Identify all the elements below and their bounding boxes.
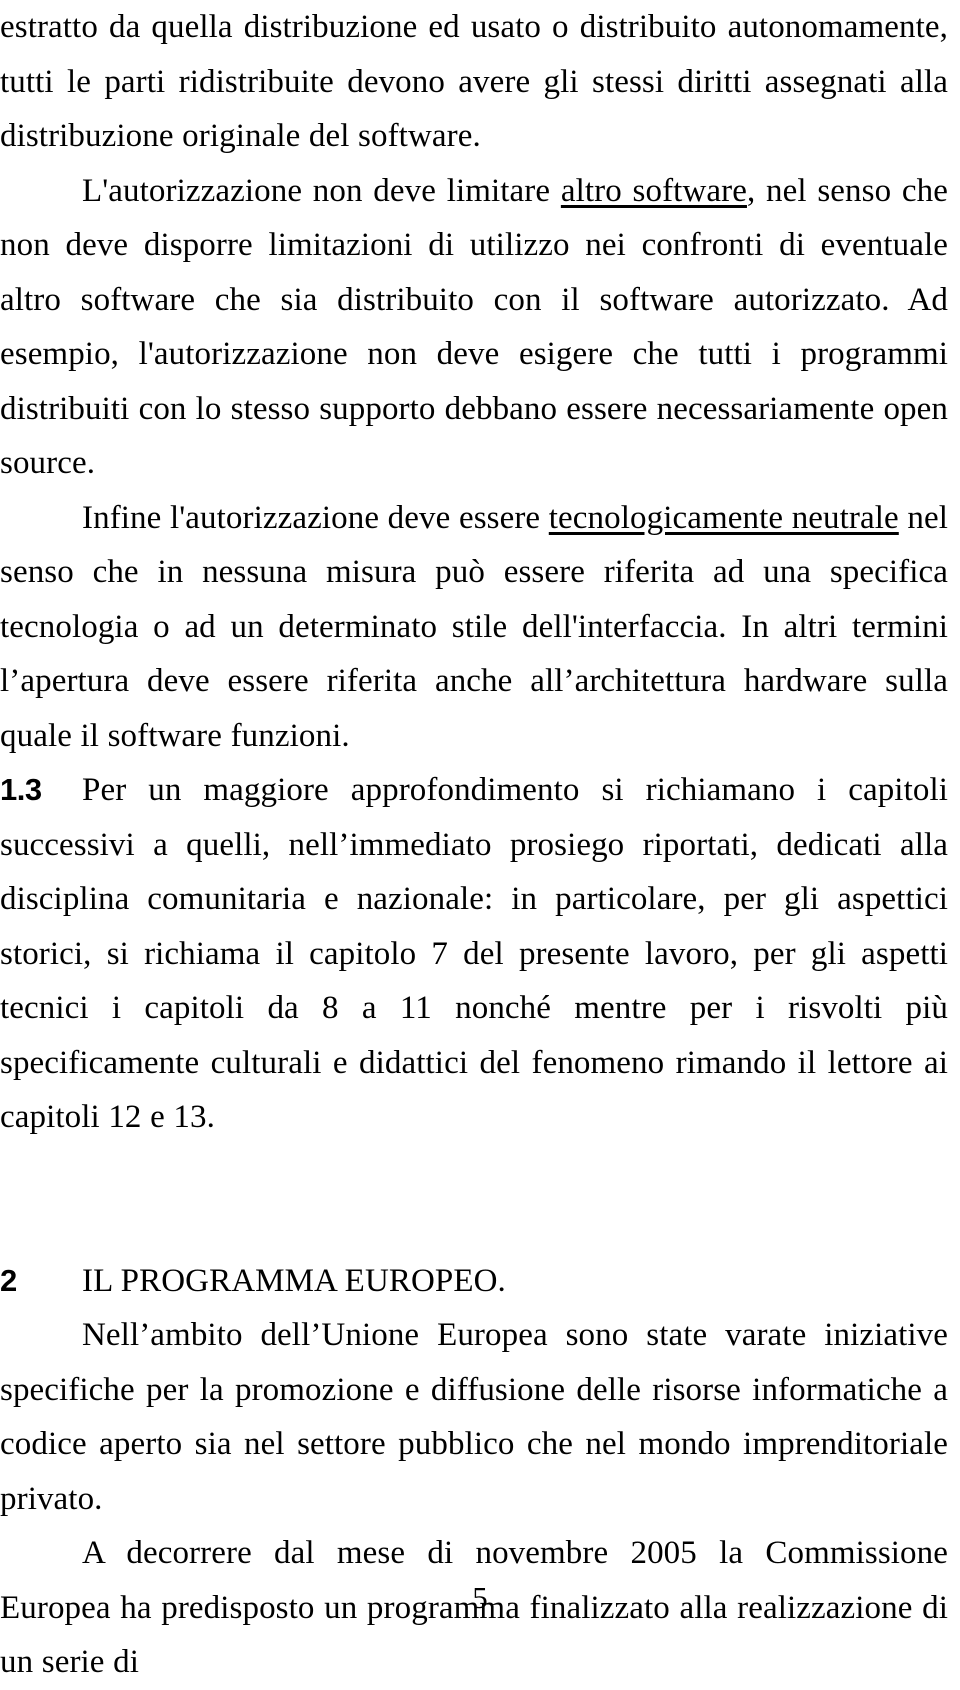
paragraph-eu-initiatives: Nell’ambito dell’Unione Europea sono sta… (0, 1317, 948, 1517)
paragraph-1-3-text: Per un maggiore approfondimento si richi… (0, 772, 948, 1135)
paragraph-authorization-part2: , nel senso che non deve disporre limita… (0, 172, 948, 482)
paragraph-authorization-part1: L'autorizzazione non deve limitare (82, 172, 561, 209)
document-page: estratto da quella distribuzione ed usat… (0, 0, 960, 1680)
paragraph-technological-neutrality: Infine l'autorizzazione deve essere tecn… (0, 491, 948, 764)
section-title-2: IL PROGRAMMA EUROPEO. (82, 1262, 506, 1299)
paragraph-numbered-1-3: 1.3 Per un maggiore approfondimento si ri… (0, 763, 948, 1145)
paragraph-authorization: L'autorizzazione non deve limitare altro… (0, 164, 948, 491)
document-body: estratto da quella distribuzione ed usat… (0, 0, 948, 1690)
paragraph-neutrality-part1: Infine l'autorizzazione deve essere (82, 499, 549, 536)
section-number-1-3: 1.3 (0, 772, 42, 807)
page-number: 5 (472, 1580, 488, 1615)
paragraph-continuation: estratto da quella distribuzione ed usat… (0, 9, 948, 154)
paragraph-neutrality-part2: nel senso che in nessuna misura può esse… (0, 499, 948, 754)
underlined-phrase-altro-software: altro software (560, 172, 747, 209)
underlined-phrase-tecnologicamente-neutrale: tecnologicamente neutrale (548, 499, 899, 536)
section-heading-2: 2 IL PROGRAMMA EUROPEO. (0, 1254, 948, 1309)
section-number-2: 2 (0, 1262, 17, 1298)
